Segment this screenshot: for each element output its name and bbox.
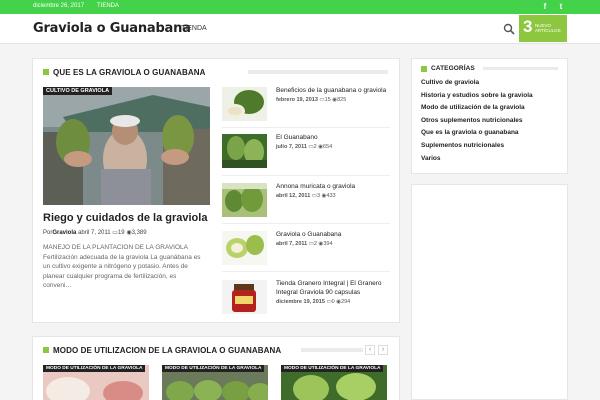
thumb-annona[interactable]	[222, 183, 267, 217]
section-rule	[248, 70, 388, 74]
thumb-graviola[interactable]	[222, 231, 267, 265]
twitter-icon[interactable]: t	[556, 2, 566, 12]
cart-button[interactable]: 3 nuevo artículos	[519, 15, 567, 42]
featured-meta: PorGraviola abril 7, 2011 ▭19 ◉3,389	[43, 229, 147, 236]
category-link-7[interactable]: Varios	[421, 155, 441, 162]
author-link[interactable]: Graviola	[52, 230, 76, 236]
item-date-5: diciembre 19, 2015	[276, 299, 325, 305]
prev-arrow-button[interactable]: ‹	[365, 345, 375, 355]
search-icon[interactable]	[503, 23, 515, 35]
section-title-que-es: QUE ES LA GRAVIOLA O GUANABANA	[53, 68, 206, 77]
thumb-el-guanabano[interactable]	[222, 134, 267, 168]
item-meta-5: diciembre 19, 2015 ▭0 ◉294	[276, 299, 350, 305]
category-link-4[interactable]: Otros suplementos nutricionales	[421, 117, 523, 124]
site-header: Graviola o Guanabana TIENDA	[0, 14, 600, 44]
next-arrow-button[interactable]: ›	[378, 345, 388, 355]
nav-item-tienda[interactable]: TIENDA	[181, 25, 207, 32]
item-date-4: abril 7, 2011	[276, 241, 308, 247]
item-meta-2: julio 7, 2011 ▭2 ◉654	[276, 144, 332, 150]
section-rule	[301, 348, 363, 352]
top-bar: diciembre 26, 2017 TIENDA f t	[0, 0, 600, 14]
item-meta-1: febrero 19, 2013 ▭15 ◉825	[276, 97, 346, 103]
top-date: diciembre 26, 2017	[33, 3, 85, 9]
category-link-5[interactable]: Que es la graviola o guanabana	[421, 129, 519, 136]
featured-date: abril 7, 2011	[78, 230, 111, 236]
facebook-icon[interactable]: f	[540, 2, 550, 12]
thumb-beneficios[interactable]	[222, 87, 267, 121]
cart-count: 3	[523, 17, 533, 36]
item-meta-4: abril 7, 2011 ▭2 ◉394	[276, 241, 333, 247]
item-title-4[interactable]: Graviola o Guanabana	[276, 230, 392, 239]
item-title-5[interactable]: Tienda Granero Integral | El Granero Int…	[276, 279, 392, 297]
item-date-2: julio 7, 2011	[276, 144, 307, 150]
section-marker	[43, 347, 49, 353]
item-views-2: 654	[323, 144, 333, 150]
item-comments-5: 0	[331, 299, 335, 305]
featured-views: 3,389	[131, 230, 147, 236]
item-meta-3: abril 12, 2011 ▭3 ◉433	[276, 193, 336, 199]
carousel-badge-3[interactable]: MODO DE UTILIZACIÓN DE LA GRAVIOLA	[281, 365, 384, 372]
item-views-4: 394	[323, 241, 333, 247]
thumb-capsulas[interactable]	[222, 280, 267, 314]
item-date-3: abril 12, 2011	[276, 193, 311, 199]
sidebar-title: CATEGORÍAS	[431, 65, 475, 72]
author-prefix: Por	[43, 230, 53, 236]
item-views-5: 294	[341, 299, 351, 305]
list-separator	[222, 271, 390, 272]
sidebar-ad-box	[411, 184, 568, 400]
featured-image[interactable]	[43, 87, 210, 205]
cart-label: nuevo artículos	[535, 23, 561, 33]
section-title-modo: MODO DE UTILIZACION DE LA GRAVIOLA O GUA…	[53, 346, 282, 355]
item-title-1[interactable]: Beneficios de la guanabana o graviola	[276, 86, 392, 95]
item-views-1: 825	[337, 97, 347, 103]
section-marker	[421, 66, 427, 72]
featured-excerpt: MANEJO DE LA PLANTACION DE LA GRAVIOLA F…	[43, 244, 201, 289]
section-rule	[483, 67, 558, 70]
top-link-tienda[interactable]: TIENDA	[97, 3, 119, 9]
featured-title[interactable]: Riego y cuidados de la graviola	[43, 212, 207, 224]
item-title-2[interactable]: El Guanabano	[276, 133, 392, 142]
category-link-3[interactable]: Modo de utilización de la graviola	[421, 104, 525, 111]
item-comments-2: 2	[313, 144, 317, 150]
item-date-1: febrero 19, 2013	[276, 97, 318, 103]
list-separator	[222, 223, 390, 224]
item-title-3[interactable]: Annona muricata o graviola	[276, 182, 392, 191]
item-views-3: 433	[326, 193, 336, 199]
category-link-2[interactable]: Historia y estudios sobre la graviola	[421, 92, 533, 99]
featured-comments: 19	[117, 230, 125, 236]
category-badge[interactable]: CULTIVO DE GRAVIOLA	[43, 87, 113, 95]
site-logo[interactable]: Graviola o Guanabana	[33, 21, 191, 36]
item-comments-4: 2	[313, 241, 317, 247]
section-marker	[43, 69, 49, 75]
carousel-badge-1[interactable]: MODO DE UTILIZACIÓN DE LA GRAVIOLA	[43, 365, 146, 372]
carousel-badge-2[interactable]: MODO DE UTILIZACIÓN DE LA GRAVIOLA	[162, 365, 265, 372]
item-comments-1: 15	[324, 97, 331, 103]
list-separator	[222, 127, 390, 128]
category-link-6[interactable]: Suplementos nutricionales	[421, 142, 504, 149]
list-separator	[222, 175, 390, 176]
item-comments-3: 3	[316, 193, 321, 199]
category-link-1[interactable]: Cultivo de graviola	[421, 79, 479, 86]
